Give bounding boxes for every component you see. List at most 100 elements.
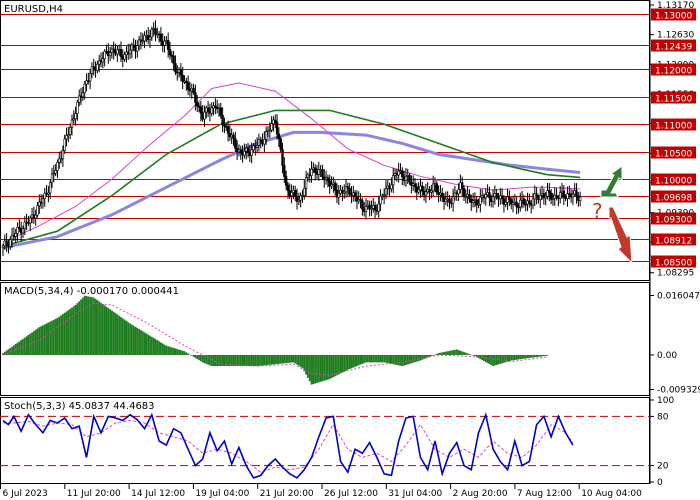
candle-bear (353, 192, 357, 197)
macd-bar (466, 353, 469, 355)
macd-bar (174, 348, 177, 355)
macd-bar (468, 354, 471, 355)
candle-bull (63, 138, 66, 151)
macd-bar (199, 354, 202, 362)
candle-bear (441, 192, 444, 198)
macd-bar (134, 326, 137, 355)
macd-bar (312, 354, 315, 385)
candle-bull (203, 111, 206, 120)
macd-bar (138, 329, 141, 355)
question-mark-icon: ? (592, 199, 603, 223)
macd-bar (372, 354, 375, 363)
candle-bull (81, 92, 85, 98)
macd-bar (7, 349, 10, 355)
macd-bar (185, 352, 188, 355)
candle-bull (264, 131, 268, 140)
macd-bar (170, 347, 173, 355)
macd-bar (210, 354, 213, 367)
macd-bar (196, 354, 199, 360)
macd-bar (483, 354, 485, 362)
macd-bar (359, 354, 362, 365)
macd-bar (533, 354, 536, 358)
macd-bar (397, 354, 400, 366)
macd-bar (314, 354, 317, 384)
macd-bar (310, 354, 313, 385)
macd-bar (539, 354, 542, 357)
level-label: 1.12000 (655, 67, 692, 77)
macd-bar (403, 354, 406, 366)
candle-bear (284, 176, 288, 186)
macd-bar (370, 354, 373, 363)
macd-bar (510, 354, 513, 361)
candle-bull (457, 189, 460, 195)
macd-bar (265, 354, 268, 366)
macd-bar (501, 354, 504, 364)
macd-bar (36, 328, 39, 355)
candle-bear (401, 170, 404, 178)
macd-bar (319, 354, 322, 382)
macd-bar (417, 354, 420, 362)
macd-bar (145, 333, 148, 355)
macd-bar (361, 354, 364, 364)
macd-bar (537, 354, 540, 357)
macd-bar (292, 354, 295, 363)
macd-bar (125, 320, 128, 355)
macd-bar (283, 354, 286, 364)
candle-bear (5, 240, 8, 246)
candle-bear (435, 183, 438, 193)
candle-bear (232, 134, 235, 139)
level-label: 1.10500 (655, 150, 692, 160)
macd-bar (488, 354, 491, 365)
macd-bar (519, 354, 522, 360)
macd-bar (238, 354, 240, 367)
macd-bar (160, 342, 162, 355)
macd-bar (112, 311, 115, 355)
macd-bar (123, 319, 126, 355)
candle-bear (221, 115, 224, 126)
macd-bar (252, 354, 255, 367)
macd-bar (532, 354, 534, 358)
macd-bar (542, 354, 545, 357)
candle-bull (451, 196, 455, 204)
macd-bar (165, 345, 168, 355)
candle-bear (462, 188, 466, 197)
macd-bar (109, 309, 111, 355)
candle-bear (168, 49, 172, 56)
macd-bar (461, 351, 464, 355)
candle-bear (500, 195, 504, 199)
candle-bull (270, 123, 273, 131)
candle-bear (348, 187, 351, 195)
macd-bar (406, 354, 409, 365)
time-tick-label: 26 Jul 12:00 (324, 489, 378, 499)
macd-label: MACD(5,34,4) -0.000170 0.000441 (4, 286, 179, 297)
macd-bar (169, 346, 171, 355)
macd-bar (69, 308, 72, 355)
candle-bear (548, 190, 551, 194)
macd-bar (395, 354, 398, 365)
candle-bear (196, 102, 199, 107)
macd-bar (263, 354, 266, 366)
macd-bar (150, 336, 153, 355)
macd-bar (274, 354, 277, 365)
macd-bar (350, 354, 353, 369)
candle-bear (226, 126, 230, 134)
candle-bull (504, 201, 507, 205)
candle-bull (519, 199, 522, 208)
candle-bear (239, 149, 242, 154)
macd-bar (149, 335, 151, 355)
macd-bar (51, 320, 53, 355)
macd-bar (27, 334, 30, 355)
macd-bar (223, 354, 226, 367)
macd-bar (337, 354, 340, 375)
level-label: 1.12439 (655, 43, 692, 53)
candle-bull (101, 58, 105, 63)
time-tick-label: 31 Jul 04:00 (388, 489, 442, 499)
candle-bear (508, 196, 511, 200)
candle-bull (377, 203, 380, 212)
macd-bar (513, 354, 516, 360)
macd-bar (401, 354, 404, 367)
macd-bar (452, 350, 455, 355)
macd-bar (189, 354, 191, 356)
candle-bull (41, 198, 45, 204)
macd-bar (261, 354, 264, 366)
